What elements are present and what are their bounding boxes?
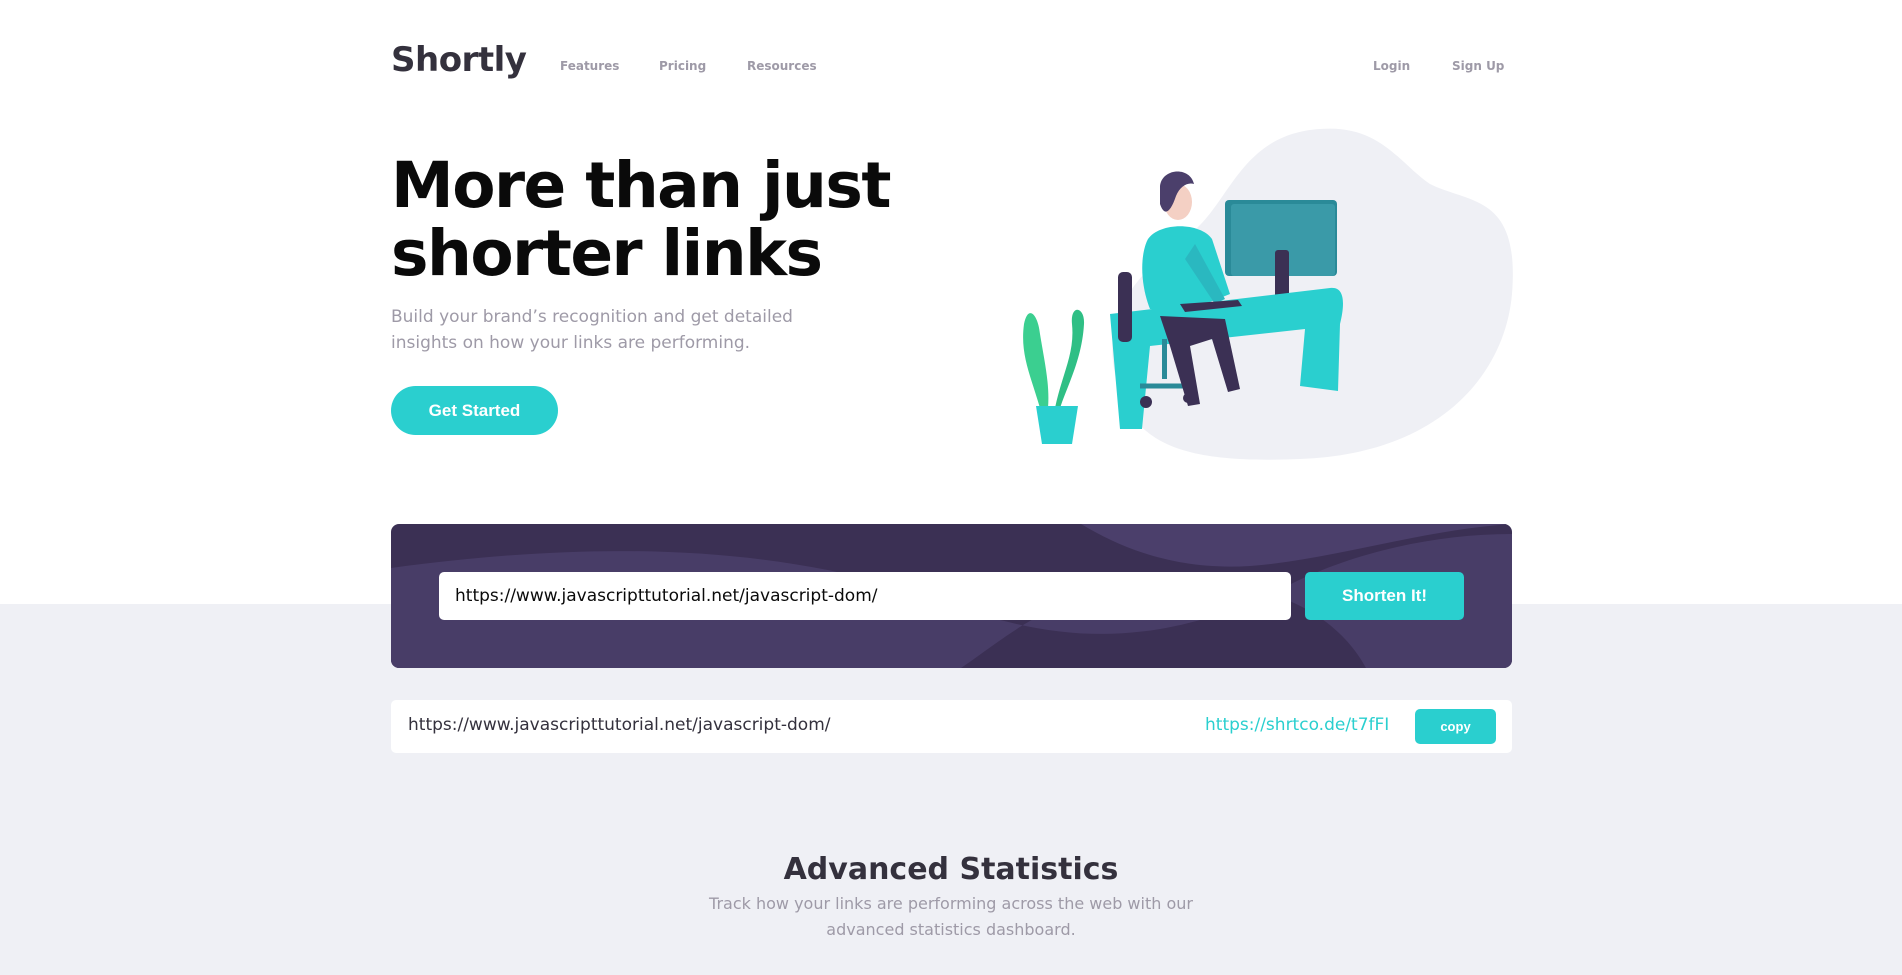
statistics-title: Advanced Statistics <box>783 852 1119 887</box>
plant-pot <box>1036 406 1078 444</box>
shorten-it-button[interactable]: Shorten It! <box>1305 572 1464 620</box>
plant <box>1023 313 1049 408</box>
nav-features[interactable]: Features <box>560 59 619 73</box>
copy-button[interactable]: copy <box>1415 709 1496 744</box>
statistics-subtitle: Track how your links are performing acro… <box>709 894 1193 939</box>
hero-title: More than just shorter links <box>391 149 892 290</box>
get-started-button[interactable]: Get Started <box>391 386 558 435</box>
shorten-form: Shorten It! <box>391 524 1512 668</box>
shortened-link-row: https://www.javascripttutorial.net/javas… <box>391 700 1512 753</box>
working-person-illustration <box>1023 128 1513 460</box>
short-url-link[interactable]: https://shrtco.de/t7fFI <box>1205 715 1389 735</box>
logo[interactable]: Shortly <box>391 40 527 80</box>
nav-resources[interactable]: Resources <box>747 59 817 73</box>
login-link[interactable]: Login <box>1373 59 1410 73</box>
signup-link[interactable]: Sign Up <box>1452 59 1504 73</box>
original-url: https://www.javascripttutorial.net/javas… <box>408 715 831 735</box>
url-input[interactable] <box>439 572 1291 620</box>
nav-pricing[interactable]: Pricing <box>659 59 706 73</box>
hero-subtitle: Build your brand’s recognition and get d… <box>391 307 793 353</box>
